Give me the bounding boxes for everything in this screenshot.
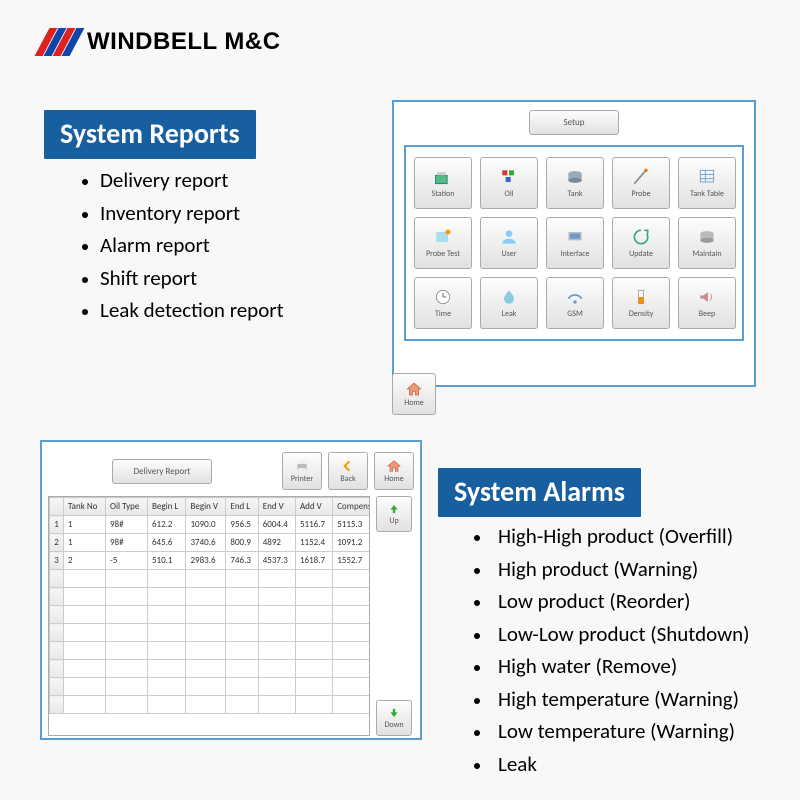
tile-tank-table[interactable]: Tank Table — [678, 157, 736, 209]
list-item: Inventory report — [100, 197, 284, 230]
tile-station[interactable]: Station — [414, 157, 472, 209]
table-row[interactable]: 32-5510.12983.6746.34537.31618.71552.7 — [50, 552, 371, 570]
list-item: Leak — [492, 748, 750, 781]
list-item: Shift report — [100, 262, 284, 295]
tile-probe[interactable]: Probe — [612, 157, 670, 209]
list-item: Delivery report — [100, 164, 284, 197]
setup-grid: Station Oil Tank Probe Tank Table Probe … — [404, 145, 744, 341]
list-item: Leak detection report — [100, 294, 284, 327]
tile-oil[interactable]: Oil — [480, 157, 538, 209]
setup-panel: Setup Station Oil Tank Probe Tank Table … — [392, 100, 756, 387]
tile-beep[interactable]: Beep — [678, 277, 736, 329]
column-header[interactable]: Compensate V — [333, 498, 370, 516]
column-header[interactable]: End L — [226, 498, 258, 516]
tile-probe-test[interactable]: Probe Test — [414, 217, 472, 269]
tile-user[interactable]: User — [480, 217, 538, 269]
arrow-down-icon — [386, 706, 402, 720]
delivery-title-button[interactable]: Delivery Report — [112, 459, 212, 484]
home-button-toolbar[interactable]: Home — [374, 452, 414, 490]
tile-leak[interactable]: Leak — [480, 277, 538, 329]
delivery-grid[interactable]: Tank NoOil TypeBegin LBegin VEnd LEnd VA… — [48, 496, 370, 736]
column-header[interactable]: Tank No — [64, 498, 106, 516]
column-header[interactable]: Begin L — [147, 498, 186, 516]
back-icon — [339, 458, 357, 474]
list-item: Low-Low product (Shutdown) — [492, 618, 750, 651]
tile-time[interactable]: Time — [414, 277, 472, 329]
logo-text: WINDBELL M&C — [87, 28, 281, 56]
table-row[interactable]: 1198#612.21090.0956.56004.45116.75115.3 — [50, 516, 371, 534]
home-icon — [385, 458, 403, 474]
down-button[interactable]: Down — [376, 700, 412, 736]
column-header[interactable]: End V — [258, 498, 295, 516]
list-item: High-High product (Overfill) — [492, 520, 750, 553]
arrow-up-icon — [386, 502, 402, 516]
tile-interface[interactable]: Interface — [546, 217, 604, 269]
alarms-list: High-High product (Overfill) High produc… — [470, 520, 750, 780]
up-button[interactable]: Up — [376, 496, 412, 532]
column-header[interactable]: Oil Type — [105, 498, 147, 516]
setup-title-button[interactable]: Setup — [529, 110, 619, 135]
delivery-toolbar: Delivery Report Printer Back Home — [48, 450, 414, 492]
tile-maintain[interactable]: Maintain — [678, 217, 736, 269]
back-button[interactable]: Back — [328, 452, 368, 490]
brand-logo: WINDBELL M&C — [42, 28, 281, 56]
list-item: High temperature (Warning) — [492, 683, 750, 716]
list-item: High water (Remove) — [492, 650, 750, 683]
alarms-heading: System Alarms — [438, 468, 641, 517]
reports-heading: System Reports — [44, 110, 256, 159]
list-item: Low product (Reorder) — [492, 585, 750, 618]
printer-button[interactable]: Printer — [282, 452, 322, 490]
printer-icon — [293, 458, 311, 474]
home-icon — [404, 380, 424, 398]
logo-mark-icon — [42, 28, 77, 56]
column-header[interactable]: Add V — [295, 498, 332, 516]
tile-gsm[interactable]: GSM — [546, 277, 604, 329]
tile-update[interactable]: Update — [612, 217, 670, 269]
list-item: Low temperature (Warning) — [492, 715, 750, 748]
tile-tank[interactable]: Tank — [546, 157, 604, 209]
home-button[interactable]: Home — [392, 373, 436, 415]
delivery-panel: Delivery Report Printer Back Home Tank N… — [40, 440, 422, 740]
list-item: Alarm report — [100, 229, 284, 262]
tile-density[interactable]: Density — [612, 277, 670, 329]
column-header[interactable]: Begin V — [186, 498, 226, 516]
table-row[interactable]: 2198#645.63740.6800.948921152.41091.2 — [50, 534, 371, 552]
list-item: High product (Warning) — [492, 553, 750, 586]
reports-list: Delivery report Inventory report Alarm r… — [78, 164, 284, 327]
